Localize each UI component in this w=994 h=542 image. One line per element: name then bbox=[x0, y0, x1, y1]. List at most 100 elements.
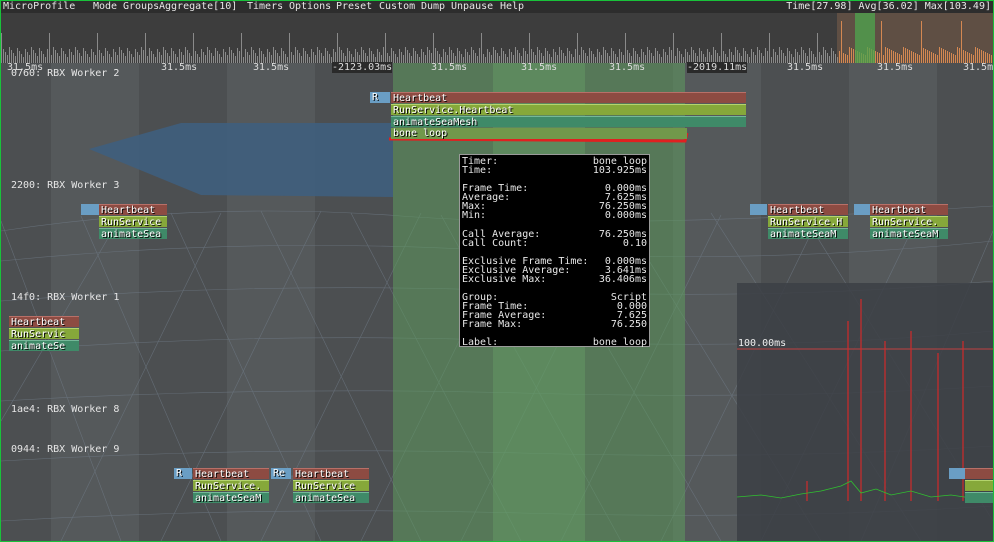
timer-bar-runservice[interactable]: RunServic bbox=[9, 328, 79, 339]
frame-graph-bar bbox=[417, 54, 418, 63]
menu-help[interactable]: Help bbox=[500, 2, 524, 12]
frame-graph-bar bbox=[299, 53, 300, 63]
menu-custom[interactable]: Custom bbox=[379, 2, 415, 12]
timer-bar-animate[interactable]: animateSe bbox=[9, 340, 79, 351]
thread-label[interactable]: 0944: RBX Worker 9 bbox=[11, 444, 119, 455]
frame-graph-bar bbox=[749, 57, 750, 63]
frame-graph-bar bbox=[219, 54, 220, 63]
thread-label[interactable]: 1ae4: RBX Worker 8 bbox=[11, 404, 119, 415]
timer-bar-runservice[interactable]: RunService.H bbox=[768, 216, 848, 227]
menu-dump[interactable]: Dump bbox=[421, 2, 445, 12]
frame-graph-bar bbox=[171, 48, 172, 63]
menu-options[interactable]: Options bbox=[289, 2, 331, 12]
frame-graph-bar bbox=[329, 54, 330, 63]
timer-bar-heartbeat[interactable]: Heartbeat bbox=[391, 92, 746, 103]
frame-graph-bar bbox=[779, 47, 780, 63]
timer-bar[interactable] bbox=[750, 204, 767, 215]
timer-bar-heartbeat[interactable]: Heartbeat bbox=[293, 468, 369, 479]
frame-history-graph[interactable] bbox=[1, 13, 993, 63]
timer-bar-runservice[interactable]: RunService bbox=[99, 216, 167, 227]
menu-unpause[interactable]: Unpause bbox=[451, 2, 493, 12]
frame-graph-bar bbox=[39, 48, 40, 63]
frame-graph-bar bbox=[217, 51, 218, 63]
timer-bar-bone-loop[interactable]: bone loop bbox=[391, 128, 687, 139]
timer-bar[interactable]: R bbox=[174, 468, 192, 479]
menu-mode[interactable]: Mode bbox=[93, 2, 117, 12]
menu-aggregate[interactable]: Aggregate[10] bbox=[159, 2, 237, 12]
frame-graph-bar bbox=[259, 48, 260, 63]
frame-graph-bar bbox=[193, 33, 194, 63]
timer-bar[interactable] bbox=[854, 204, 870, 215]
frame-graph-bar bbox=[85, 51, 86, 63]
timer-bar-animate[interactable]: animateSea bbox=[99, 228, 167, 239]
timer-bar-runservice[interactable]: RunService bbox=[293, 480, 369, 491]
frame-graph-bar bbox=[185, 47, 186, 63]
frame-graph-bar bbox=[537, 47, 538, 63]
frame-graph-bar bbox=[513, 55, 514, 63]
timer-bar-heartbeat[interactable]: Heartbeat bbox=[9, 316, 79, 327]
frame-graph-bar bbox=[675, 56, 676, 63]
frame-graph-bar bbox=[529, 33, 530, 63]
frame-graph-bar bbox=[403, 55, 404, 63]
timer-bar-heartbeat[interactable] bbox=[965, 468, 993, 479]
timer-bar[interactable] bbox=[949, 468, 965, 479]
frame-graph-bar bbox=[239, 51, 240, 63]
timer-bar-animate[interactable]: animateSeaMesh bbox=[391, 116, 746, 127]
timer-bar-runservice[interactable]: RunService.Heartbeat bbox=[391, 104, 746, 115]
timer-bar-heartbeat[interactable]: Heartbeat bbox=[768, 204, 848, 215]
frame-graph-bar bbox=[393, 51, 394, 63]
frame-graph-bar bbox=[483, 54, 484, 63]
frame-graph-bar bbox=[633, 48, 634, 63]
frame-graph-bar bbox=[163, 47, 164, 63]
frame-graph-bar bbox=[415, 51, 416, 63]
frame-graph-bar bbox=[833, 51, 834, 63]
frame-graph-bar bbox=[77, 50, 78, 63]
timer-bar-heartbeat[interactable]: Heartbeat bbox=[870, 204, 948, 215]
frame-graph-bar bbox=[235, 56, 236, 63]
frame-graph-bar bbox=[221, 57, 222, 63]
frame-graph-bar bbox=[401, 52, 402, 63]
timer-bar-heartbeat[interactable]: Heartbeat bbox=[193, 468, 269, 479]
timer-bar-heartbeat[interactable]: Heartbeat bbox=[99, 204, 167, 215]
frame-graph-bar bbox=[771, 57, 772, 63]
menu-groups[interactable]: Groups bbox=[123, 2, 159, 12]
frame-graph-bar bbox=[231, 50, 232, 63]
thread-label[interactable]: 14f0: RBX Worker 1 bbox=[11, 292, 119, 303]
frame-graph-selection[interactable] bbox=[855, 13, 875, 63]
timer-bar-animate[interactable]: animateSeaM bbox=[870, 228, 948, 239]
frame-graph-bar bbox=[289, 33, 290, 63]
thread-label[interactable]: 2200: RBX Worker 3 bbox=[11, 180, 119, 191]
frame-graph-bar bbox=[713, 47, 714, 63]
frame-graph-bar bbox=[71, 52, 72, 63]
frame-graph-bar bbox=[817, 33, 818, 63]
frame-graph-bar bbox=[553, 49, 554, 63]
timer-bar-runservice[interactable]: RunService. bbox=[870, 216, 948, 227]
frame-graph-bar bbox=[59, 56, 60, 63]
frame-graph-bar bbox=[571, 54, 572, 63]
timer-bar-runservice[interactable]: RunService. bbox=[193, 480, 269, 491]
timer-bar[interactable]: Re bbox=[271, 468, 291, 479]
timer-bar[interactable] bbox=[81, 204, 99, 215]
timer-bar-animate[interactable]: animateSeaM bbox=[768, 228, 848, 239]
frame-graph-bar bbox=[325, 48, 326, 63]
frame-graph-bar bbox=[641, 49, 642, 63]
frame-graph-bar bbox=[391, 48, 392, 63]
thread-label[interactable]: 0760: RBX Worker 2 bbox=[11, 68, 119, 79]
tooltip-value: 0.10 bbox=[622, 237, 647, 249]
timer-bar-animate[interactable] bbox=[965, 492, 993, 503]
menu-preset[interactable]: Preset bbox=[336, 2, 372, 12]
frame-graph-bar bbox=[145, 33, 146, 63]
frame-graph-bar bbox=[577, 33, 578, 63]
frame-graph-bar bbox=[139, 55, 140, 63]
timer-bar-animate[interactable]: animateSeaM bbox=[193, 492, 269, 503]
frame-graph-bar bbox=[1, 33, 2, 63]
frame-graph-bar bbox=[497, 53, 498, 63]
frame-graph-bar bbox=[809, 48, 810, 63]
frame-graph-bar bbox=[225, 52, 226, 63]
timer-bar-runservice[interactable] bbox=[965, 480, 993, 491]
app-title: MicroProfile bbox=[3, 1, 76, 12]
timer-bar[interactable]: R bbox=[370, 92, 390, 103]
timer-bar-animate[interactable]: animateSea bbox=[293, 492, 369, 503]
menu-timers[interactable]: Timers bbox=[247, 2, 283, 12]
frame-graph-bar bbox=[575, 49, 576, 63]
